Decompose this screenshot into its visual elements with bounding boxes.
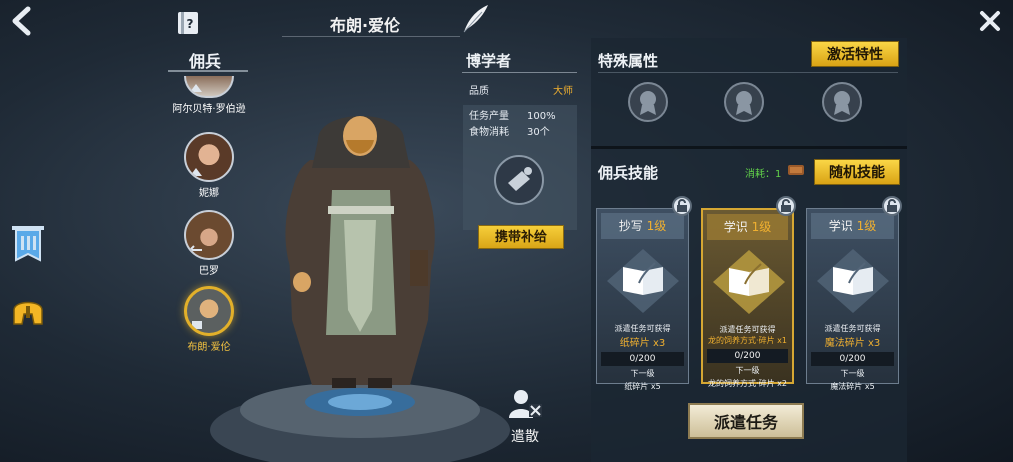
- skill-name: 学识: [723, 220, 748, 234]
- cost-label: 消耗：1: [745, 169, 782, 180]
- role-badge-icon: [190, 84, 202, 92]
- skill-progress: 0/200: [811, 352, 894, 366]
- next-level-label: 下一级: [735, 366, 760, 375]
- class-divider: [462, 72, 577, 73]
- helmet-icon[interactable]: [10, 294, 46, 330]
- stat-value: 100%: [527, 111, 556, 122]
- skill-lock-icon[interactable]: [776, 196, 796, 216]
- padlock-icon: [887, 199, 897, 212]
- mercenary-skills-title: 佣兵技能: [598, 164, 659, 182]
- skill-reward: 龙的饲养方式·碎片 x1: [708, 336, 787, 345]
- open-book-icon: [817, 249, 889, 313]
- next-level-reward: 魔法碎片 x5: [830, 382, 875, 391]
- skill-level: 1级: [751, 220, 772, 234]
- skill-name: 抄写: [618, 219, 643, 233]
- medal-icon: [640, 91, 656, 115]
- skill-reward: 纸碎片 x3: [619, 338, 666, 349]
- open-book-icon: [607, 249, 679, 313]
- skill-level: 1级: [646, 219, 667, 233]
- stat-label: 任务产量: [469, 111, 509, 122]
- skill-reward: 魔法碎片 x3: [824, 338, 881, 349]
- skill-name: 学识: [828, 219, 853, 233]
- supply-slot[interactable]: [494, 155, 544, 205]
- skill-level: 1级: [856, 219, 877, 233]
- medal-icon: [736, 91, 752, 115]
- special-attribute-slot[interactable]: [628, 82, 668, 122]
- stat-row: 食物消耗 30个: [463, 125, 577, 141]
- dispatch-mission-button[interactable]: 派遣任务: [688, 403, 804, 439]
- skill-header: 学识 1级: [707, 214, 788, 240]
- skill-desc: 派遣任务可获得: [824, 324, 881, 333]
- random-skill-button[interactable]: 随机技能: [814, 159, 900, 185]
- close-icon[interactable]: [977, 8, 1003, 34]
- stat-row: 任务产量 100%: [463, 109, 577, 125]
- padlock-icon: [781, 199, 791, 212]
- special-attribute-slot[interactable]: [724, 82, 764, 122]
- next-level-reward: 纸碎片 x5: [624, 382, 661, 391]
- skill-card[interactable]: 学识 1级 派遣任务可获得 龙的饲养方式·碎片 x1 0/200 下一级 龙的饲…: [701, 208, 794, 388]
- skill-cost: 消耗：1: [745, 165, 781, 180]
- skill-art: [597, 243, 688, 319]
- skill-progress: 0/200: [601, 352, 684, 366]
- special-attributes-title: 特殊属性: [598, 52, 659, 70]
- skill-header: 学识 1级: [811, 213, 894, 239]
- quality-label: 品质: [469, 86, 489, 97]
- codex-book-icon[interactable]: ?: [176, 10, 200, 36]
- open-book-icon: [713, 250, 785, 314]
- quality-value: 大师: [553, 86, 573, 97]
- avatar: [184, 76, 234, 98]
- stat-value: 30个: [527, 127, 550, 138]
- next-level-label: 下一级: [840, 369, 865, 378]
- carry-supply-button[interactable]: 携带补给: [478, 225, 564, 249]
- skill-lock-icon[interactable]: [882, 196, 902, 216]
- back-arrow-icon[interactable]: [8, 6, 38, 36]
- title-divider: [282, 36, 460, 37]
- svg-text:?: ?: [187, 17, 194, 31]
- next-level-label: 下一级: [630, 369, 655, 378]
- skill-lock-icon[interactable]: [672, 196, 692, 216]
- quality-row: 品质 大师: [469, 82, 573, 97]
- skill-desc: 派遣任务可获得: [719, 325, 776, 334]
- mercenary-list-title: 佣兵: [188, 52, 221, 71]
- banner-icon[interactable]: [10, 224, 46, 264]
- supply-ration-icon: [508, 167, 532, 191]
- skill-art: [703, 244, 792, 320]
- special-attribute-slot[interactable]: [822, 82, 862, 122]
- medal-icon: [834, 91, 850, 115]
- skill-card[interactable]: 抄写 1级 派遣任务可获得 纸碎片 x3 0/200 下一级 纸碎片 x5: [596, 208, 689, 391]
- skill-card[interactable]: 学识 1级 派遣任务可获得 魔法碎片 x3 0/200 下一级 魔法碎片 x5: [806, 208, 899, 391]
- class-name: 博学者: [466, 52, 512, 70]
- scroll-item-icon: [788, 165, 804, 175]
- skill-desc: 派遣任务可获得: [614, 324, 671, 333]
- dismiss-person-icon: [509, 390, 542, 418]
- hero-name-title: 布朗·爱伦: [329, 16, 401, 35]
- section-divider: [598, 72, 898, 73]
- skill-art: [807, 243, 898, 319]
- skill-progress: 0/200: [707, 349, 788, 363]
- padlock-icon: [677, 199, 687, 212]
- panel-separator: [591, 146, 907, 149]
- dismiss-button[interactable]: 遣散: [500, 388, 550, 446]
- skill-header: 抄写 1级: [601, 213, 684, 239]
- rename-quill-icon[interactable]: [458, 2, 492, 36]
- mercenary-title-divider: [168, 70, 248, 72]
- dismiss-label: 遣散: [511, 429, 539, 445]
- next-level-reward: 龙的饲养方式·碎片 x2: [708, 379, 787, 388]
- activate-trait-button[interactable]: 激活特性: [811, 41, 899, 67]
- stat-label: 食物消耗: [469, 127, 509, 138]
